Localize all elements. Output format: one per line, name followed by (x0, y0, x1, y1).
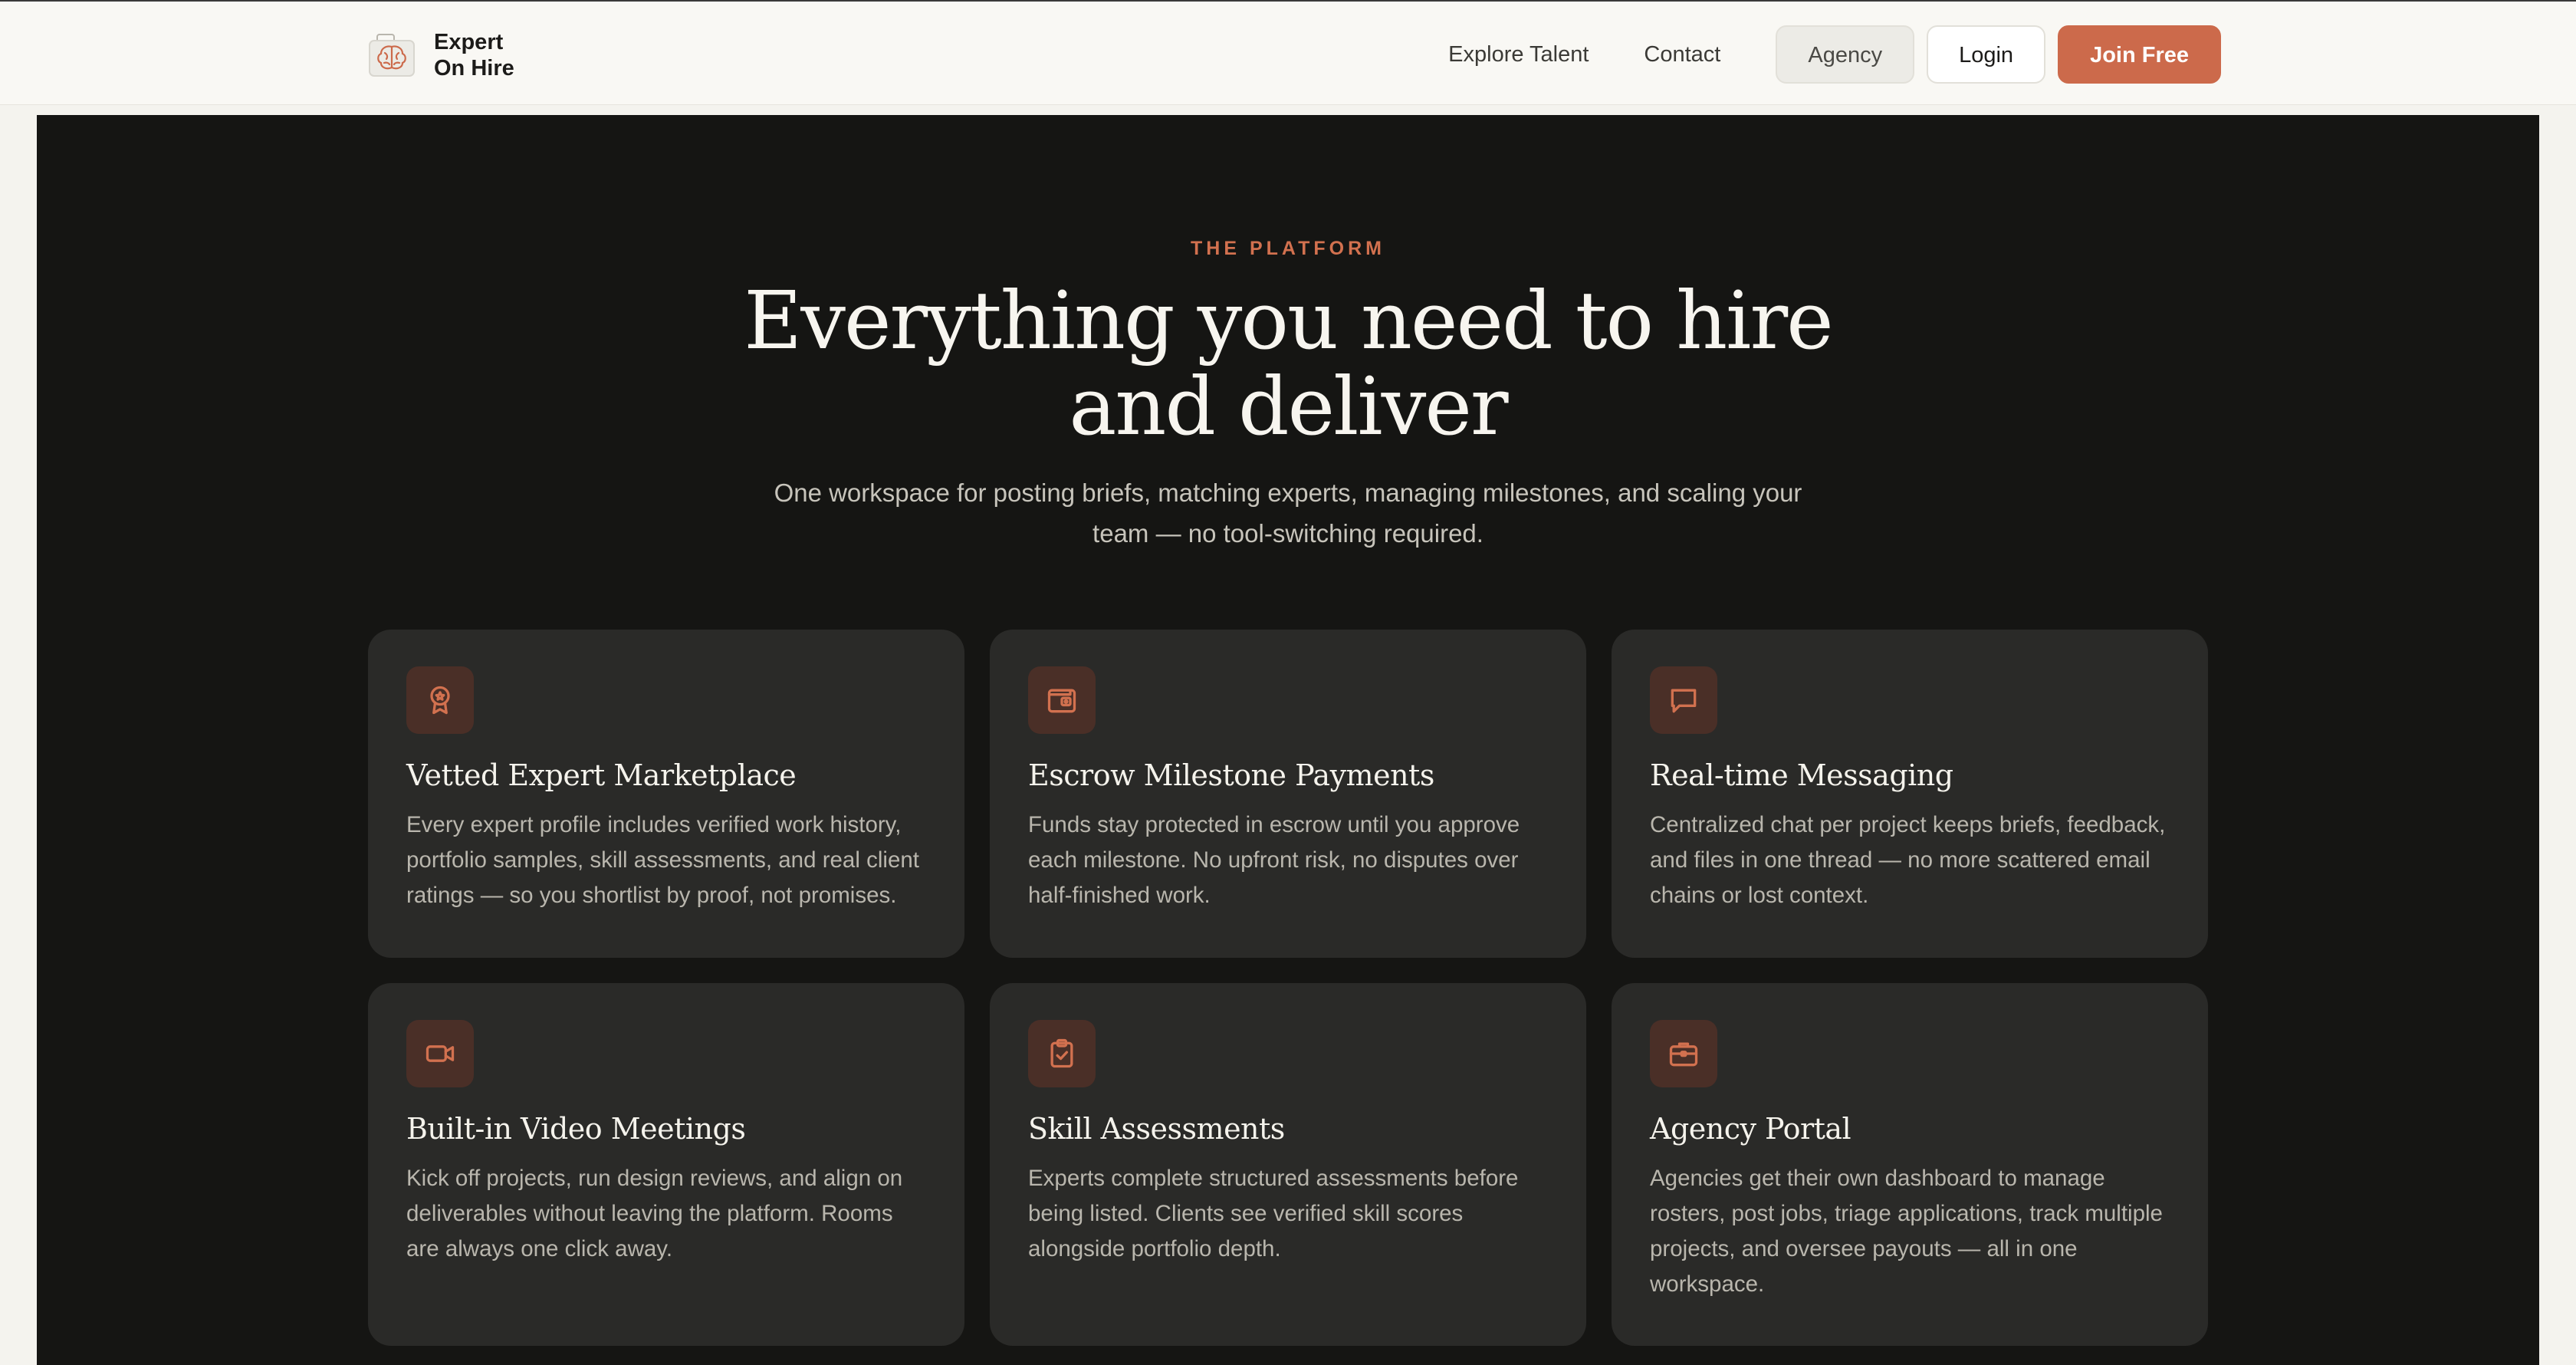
feature-card: Real-time Messaging Centralized chat per… (1612, 630, 2208, 958)
brand-name: Expert On Hire (434, 29, 514, 81)
agency-button[interactable]: Agency (1776, 25, 1915, 84)
brand-logo-link[interactable]: Expert On Hire (365, 29, 514, 81)
feature-card-title: Agency Portal (1650, 1112, 1852, 1146)
briefcase-icon (1650, 1020, 1717, 1087)
feature-card-body: Agencies get their own dashboard to mana… (1650, 1166, 2163, 1297)
feature-card-body: Kick off projects, run design reviews, a… (406, 1166, 903, 1261)
feature-card-title: Built-in Video Meetings (406, 1112, 746, 1146)
feature-card: Skill Assessments Experts complete struc… (990, 983, 1586, 1346)
feature-card-body: Every expert profile includes verified w… (406, 812, 919, 908)
platform-section: THE PLATFORM Everything you need to hire… (37, 115, 2539, 1365)
feature-card: Escrow Milestone Payments Funds stay pro… (990, 630, 1586, 958)
wallet-icon (1028, 666, 1096, 734)
brand-name-line2: On Hire (434, 56, 514, 81)
headline-line2: and deliver (1069, 360, 1508, 453)
feature-card: Built-in Video Meetings Kick off project… (368, 983, 964, 1346)
headline-line1: Everything you need to hire (744, 274, 1833, 367)
feature-card-title: Skill Assessments (1028, 1112, 1285, 1146)
feature-card-body: Experts complete structured assessments … (1028, 1166, 1519, 1261)
feature-card: Vetted Expert Marketplace Every expert p… (368, 630, 964, 958)
section-headline: Everything you need to hire and deliver (37, 278, 2539, 449)
feature-card: Agency Portal Agencies get their own das… (1612, 983, 2208, 1346)
main-nav: Explore Talent Contact Agency Login Join… (1421, 25, 2221, 84)
site-header: Expert On Hire Explore Talent Contact Ag… (0, 0, 2576, 105)
nav-contact-link[interactable]: Contact (1616, 25, 1748, 84)
chat-bubble-icon (1650, 666, 1717, 734)
feature-card-title: Vetted Expert Marketplace (406, 758, 797, 792)
login-button[interactable]: Login (1927, 25, 2046, 84)
brain-icon (365, 31, 419, 80)
feature-card-title: Real-time Messaging (1650, 758, 1953, 792)
join-free-button[interactable]: Join Free (2058, 25, 2221, 84)
video-camera-icon (406, 1020, 474, 1087)
feature-card-body: Funds stay protected in escrow until you… (1028, 812, 1520, 908)
clipboard-check-icon (1028, 1020, 1096, 1087)
brand-name-line1: Expert (434, 30, 504, 54)
section-subhead: One workspace for posting briefs, matchi… (774, 479, 1802, 548)
feature-card-title: Escrow Milestone Payments (1028, 758, 1434, 792)
feature-card-body: Centralized chat per project keeps brief… (1650, 812, 2166, 908)
nav-explore-talent-link[interactable]: Explore Talent (1421, 25, 1616, 84)
feature-grid: Vetted Expert Marketplace Every expert p… (368, 630, 2208, 1346)
section-eyebrow: THE PLATFORM (1191, 238, 1385, 259)
award-badge-icon (406, 666, 474, 734)
